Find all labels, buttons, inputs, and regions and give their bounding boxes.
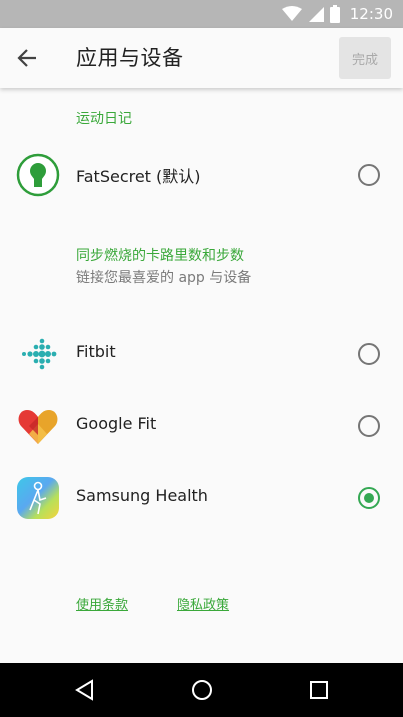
status-icons: 12:30 bbox=[281, 4, 393, 24]
battery-icon bbox=[329, 5, 340, 23]
status-time: 12:30 bbox=[349, 5, 393, 23]
privacy-link[interactable]: 隐私政策 bbox=[177, 594, 229, 613]
page-title: 应用与设备 bbox=[76, 46, 184, 70]
system-nav-bar bbox=[0, 663, 403, 717]
app-row-fitbit[interactable]: Fitbit bbox=[0, 326, 403, 382]
terms-link[interactable]: 使用条款 bbox=[76, 594, 128, 613]
recents-square-icon[interactable] bbox=[305, 676, 333, 704]
section-title-sync: 同步燃烧的卡路里数和步数 bbox=[76, 248, 244, 264]
app-label: Google Fit bbox=[76, 414, 157, 433]
radio-google-fit[interactable] bbox=[358, 415, 380, 437]
app-row-samsung-health[interactable]: Samsung Health bbox=[0, 470, 403, 526]
app-bar: 应用与设备 完成 bbox=[0, 28, 403, 88]
done-button[interactable]: 完成 bbox=[339, 37, 391, 79]
radio-fitbit[interactable] bbox=[358, 343, 380, 365]
radio-fatsecret[interactable] bbox=[358, 164, 380, 186]
samsung-health-logo-icon bbox=[17, 477, 59, 519]
arrow-back-icon bbox=[17, 49, 36, 67]
radio-samsung-health[interactable] bbox=[358, 487, 380, 509]
section-label-diary: 运动日记 bbox=[76, 111, 132, 127]
signal-icon bbox=[308, 7, 324, 22]
home-circle-icon[interactable] bbox=[188, 676, 216, 704]
fatsecret-logo-icon bbox=[16, 153, 60, 197]
back-triangle-icon[interactable] bbox=[71, 676, 99, 704]
app-row-fatsecret[interactable]: FatSecret (默认) bbox=[0, 147, 403, 203]
section-subtitle-sync: 链接您最喜爱的 app 与设备 bbox=[76, 270, 252, 286]
status-bar: 12:30 bbox=[0, 0, 403, 28]
app-row-google-fit[interactable]: Google Fit bbox=[0, 398, 403, 454]
back-button[interactable] bbox=[14, 46, 42, 70]
app-label: Samsung Health bbox=[76, 486, 208, 505]
app-label: FatSecret (默认) bbox=[76, 167, 201, 186]
wifi-icon bbox=[281, 6, 302, 21]
google-fit-logo-icon bbox=[18, 410, 58, 444]
fitbit-logo-icon bbox=[22, 338, 57, 370]
app-label: Fitbit bbox=[76, 342, 116, 361]
